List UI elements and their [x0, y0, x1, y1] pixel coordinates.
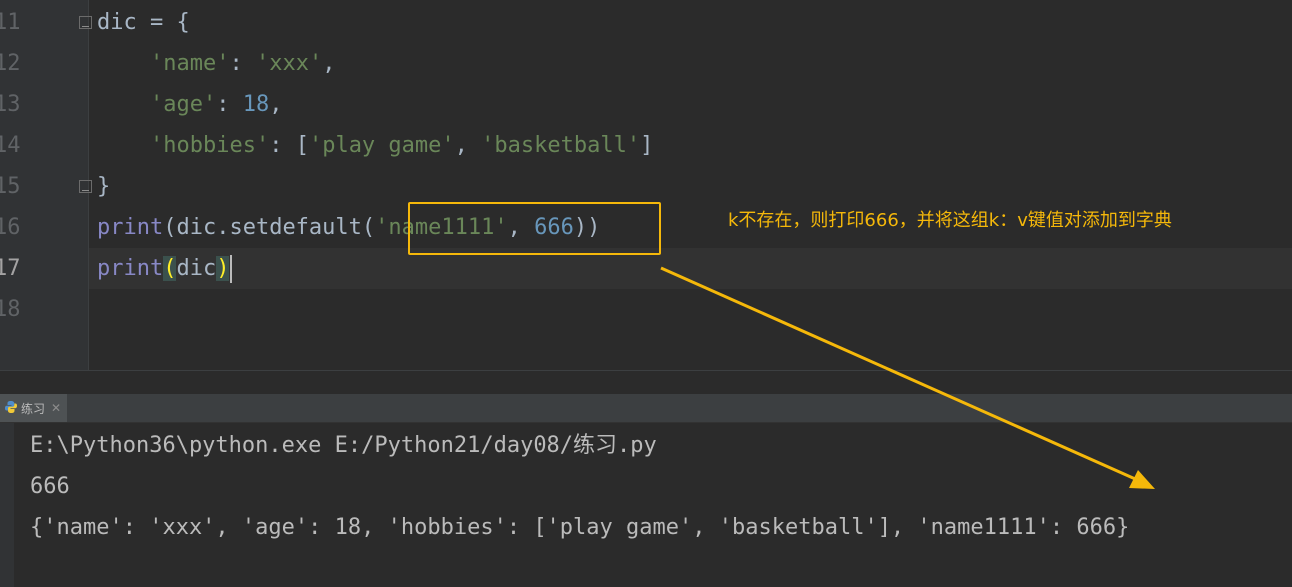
text-caret	[230, 255, 233, 283]
punctuation: ]	[640, 133, 654, 158]
string-literal: 'age'	[149, 92, 217, 117]
punctuation: ,	[269, 92, 283, 117]
panel-divider[interactable]	[0, 370, 1292, 395]
string-literal: 'play game'	[308, 133, 455, 158]
console-line: {'name': 'xxx', 'age': 18, 'hobbies': ['…	[30, 515, 1130, 540]
close-icon[interactable]: ✕	[51, 401, 61, 415]
line-number: 15	[0, 174, 21, 199]
code-line-13[interactable]: 'age': 18,	[97, 84, 282, 125]
punctuation: : [	[269, 133, 309, 158]
line-number: 11	[0, 10, 21, 35]
code-line-17[interactable]: print(dic)	[97, 248, 233, 289]
call-expression: (dic.setdefault(	[163, 215, 376, 240]
console-gutter	[0, 423, 14, 587]
code-editor[interactable]: 11 12 13 14 15 16 17 18 dic = { 'name': …	[0, 0, 1292, 370]
punctuation: ,	[454, 133, 482, 158]
line-number: 18	[0, 297, 21, 322]
line-number: 13	[0, 92, 21, 117]
string-literal: 'hobbies'	[149, 133, 270, 158]
punctuation: ,	[322, 51, 336, 76]
line-number: 12	[0, 51, 21, 76]
punctuation: :	[229, 51, 256, 76]
python-icon	[4, 399, 18, 418]
code-line-12[interactable]: 'name': 'xxx',	[97, 43, 335, 84]
identifier: dic	[97, 10, 137, 35]
builtin-function: print	[97, 215, 164, 240]
annotation-highlight-box	[408, 202, 661, 255]
matched-bracket: (	[163, 256, 177, 281]
identifier: dic	[176, 256, 217, 281]
current-line-highlight	[89, 248, 1292, 289]
number-literal: 18	[242, 92, 270, 117]
builtin-function: print	[97, 256, 164, 281]
punctuation: }	[97, 174, 111, 199]
code-line-14[interactable]: 'hobbies': ['play game', 'basketball']	[97, 125, 653, 166]
line-number-gutter: 11 12 13 14 15 16 17 18	[0, 0, 92, 370]
run-console[interactable]: E:\Python36\python.exe E:/Python21/day08…	[0, 423, 1292, 587]
console-line: 666	[30, 474, 70, 499]
fold-toggle-icon[interactable]	[79, 16, 92, 29]
string-literal: 'xxx'	[255, 51, 323, 76]
string-literal: 'basketball'	[481, 133, 641, 158]
code-line-11[interactable]: dic = {	[97, 2, 190, 43]
annotation-text: k不存在，则打印666，并将这组k：v键值对添加到字典	[728, 210, 1172, 231]
string-literal: 'name'	[149, 51, 230, 76]
run-tool-window-tabbar: 练习 ✕	[0, 394, 1292, 423]
console-line: E:\Python36\python.exe E:/Python21/day08…	[30, 433, 657, 458]
line-number: 16	[0, 215, 21, 240]
run-tab-label: 练习	[21, 401, 46, 416]
code-line-15[interactable]: }	[97, 166, 110, 207]
operator: = {	[136, 10, 190, 35]
matched-bracket: )	[216, 256, 230, 281]
line-number-current: 17	[0, 256, 21, 281]
punctuation: :	[216, 92, 243, 117]
fold-toggle-icon[interactable]	[79, 180, 92, 193]
run-tab[interactable]: 练习 ✕	[0, 394, 68, 422]
line-number: 14	[0, 133, 21, 158]
